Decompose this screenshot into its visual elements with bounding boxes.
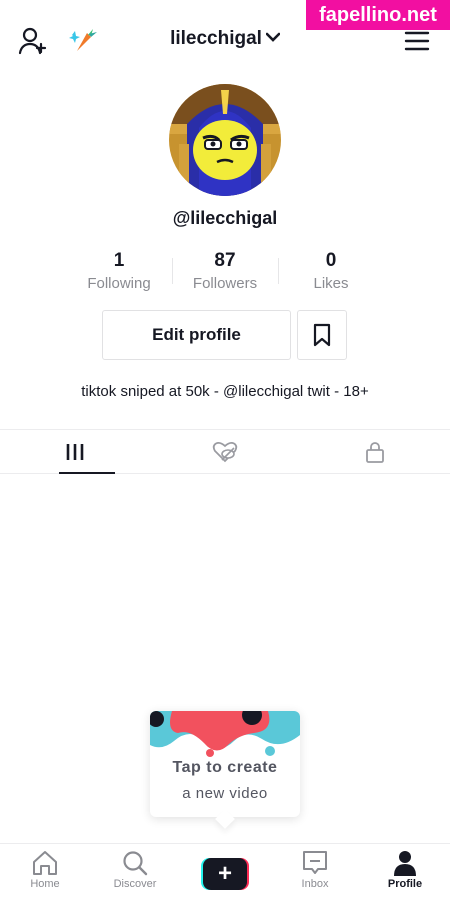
nav-label: Discover bbox=[113, 878, 157, 890]
inbox-icon bbox=[303, 851, 327, 874]
create-plus-icon: + bbox=[201, 858, 249, 890]
nav-label: Inbox bbox=[301, 878, 329, 890]
tab-private[interactable] bbox=[300, 430, 450, 473]
stat-following[interactable]: 1 Following bbox=[66, 250, 172, 296]
stat-label: Following bbox=[87, 275, 151, 292]
search-icon bbox=[123, 851, 148, 876]
tooltip-line1: Tap to create bbox=[172, 759, 278, 776]
chevron-down-icon bbox=[265, 29, 281, 45]
nav-inbox[interactable]: Inbox bbox=[270, 844, 360, 902]
username-header[interactable]: lilecchigal bbox=[0, 28, 450, 50]
stat-value: 0 bbox=[325, 250, 337, 271]
watermark: fapellino.net bbox=[306, 0, 450, 30]
nav-profile[interactable]: Profile bbox=[360, 844, 450, 902]
liked-hidden-icon bbox=[212, 441, 238, 462]
nav-create[interactable]: + bbox=[180, 844, 270, 902]
stat-followers[interactable]: 87 Followers bbox=[172, 250, 278, 296]
profile-bio: tiktok sniped at 50k - @lilecchigal twit… bbox=[81, 383, 369, 400]
nav-label: Home bbox=[30, 878, 60, 890]
nav-discover[interactable]: Discover bbox=[90, 844, 180, 902]
stats-row: 1 Following 87 Followers 0 Likes bbox=[66, 250, 384, 296]
nav-label: Profile bbox=[387, 878, 423, 890]
nav-home[interactable]: Home bbox=[0, 844, 90, 902]
avatar[interactable] bbox=[169, 84, 281, 196]
bookmark-button[interactable] bbox=[297, 310, 347, 360]
tab-videos[interactable] bbox=[0, 430, 150, 474]
profile-tabs bbox=[0, 429, 450, 474]
username-label: lilecchigal bbox=[170, 28, 262, 49]
lock-icon bbox=[366, 441, 384, 463]
tooltip-line2: a new video bbox=[182, 785, 268, 802]
tab-liked[interactable] bbox=[150, 430, 300, 473]
create-tooltip[interactable]: Tap to create a new video bbox=[150, 711, 300, 817]
bookmark-icon bbox=[313, 323, 331, 347]
stat-likes[interactable]: 0 Likes bbox=[278, 250, 384, 296]
stat-label: Followers bbox=[192, 275, 258, 292]
home-icon bbox=[33, 851, 57, 875]
stat-value: 1 bbox=[113, 250, 125, 271]
stat-value: 87 bbox=[214, 250, 236, 271]
edit-profile-button[interactable]: Edit profile bbox=[102, 310, 291, 360]
profile-handle: @lilecchigal bbox=[172, 208, 278, 228]
bottom-nav: Home Discover + Inbox Profile bbox=[0, 843, 450, 902]
profile-icon bbox=[394, 851, 416, 876]
tooltip-art bbox=[150, 711, 300, 763]
stat-label: Likes bbox=[313, 275, 349, 292]
videos-grid-icon bbox=[66, 443, 84, 460]
